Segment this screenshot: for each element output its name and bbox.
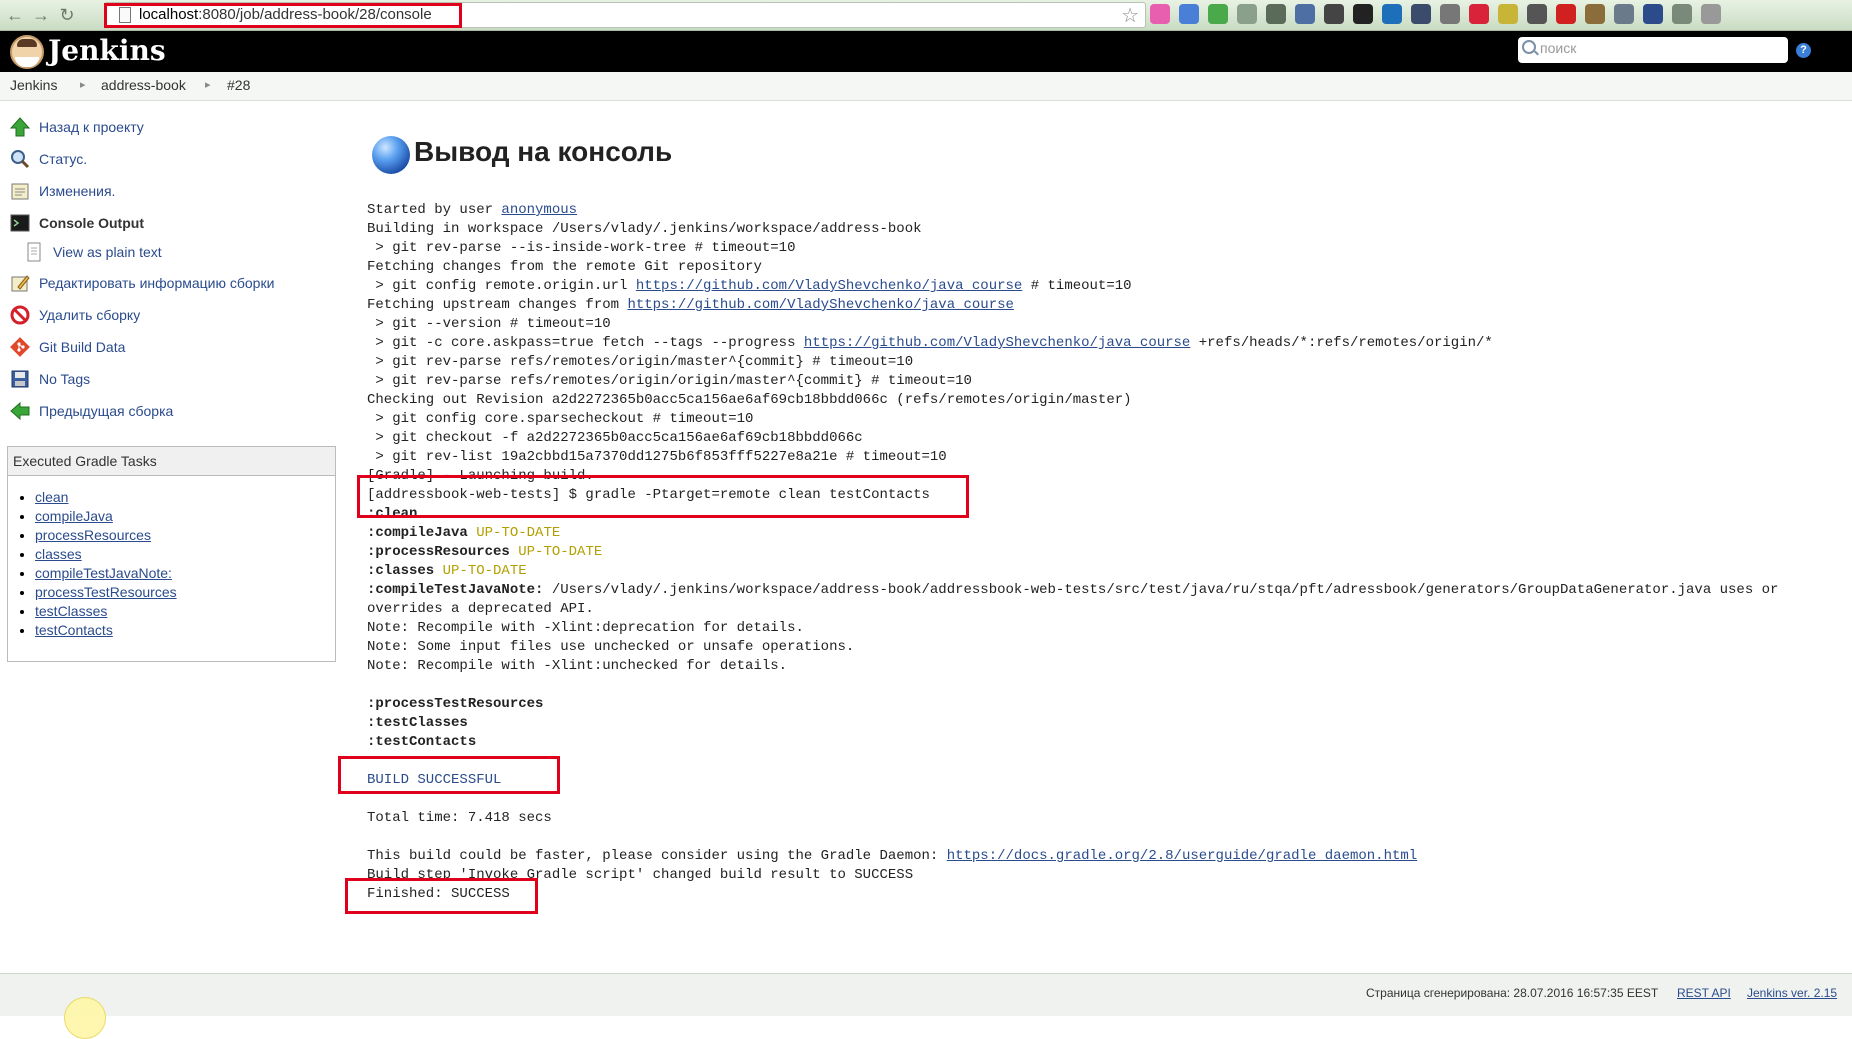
console-ball-icon — [372, 136, 410, 174]
console-output: Started by user anonymous Building in wo… — [367, 202, 1779, 902]
user-link[interactable]: anonymous — [501, 202, 577, 218]
repo-link[interactable]: https://github.com/VladyShevchenko/java_… — [804, 335, 1190, 351]
edit-icon — [11, 275, 30, 292]
save-icon — [11, 370, 29, 388]
list-item: processTestResources — [35, 583, 335, 602]
gradle-task-link[interactable]: compileTestJavaNote: — [35, 565, 172, 581]
repo-link[interactable]: https://github.com/VladyShevchenko/java_… — [627, 297, 1013, 313]
breadcrumb-address-book[interactable]: address-book — [101, 77, 186, 93]
gradle-task-link[interactable]: testContacts — [35, 622, 113, 638]
no-entry-icon — [10, 305, 30, 325]
breadcrumb-separator-icon: ▸ — [80, 79, 86, 91]
extension-icon[interactable] — [1237, 4, 1257, 24]
mouse-cursor-highlight — [64, 997, 106, 1039]
page-title: Вывод на консоль — [414, 136, 673, 167]
breadcrumb-jenkins[interactable]: Jenkins — [10, 77, 57, 93]
rest-api-link[interactable]: REST API — [1677, 986, 1731, 1000]
terminal-icon — [10, 214, 30, 232]
list-item: compileTestJavaNote: — [35, 564, 335, 583]
executed-gradle-tasks-panel: Executed Gradle Tasks clean compileJava … — [7, 446, 336, 662]
annotation-highlight-url — [104, 3, 462, 28]
gear-icon[interactable] — [1324, 4, 1344, 24]
gradle-task-link[interactable]: processTestResources — [35, 584, 177, 600]
repo-link[interactable]: https://github.com/VladyShevchenko/java_… — [636, 278, 1022, 294]
annotation-highlight-gradle-command — [357, 475, 969, 518]
extension-icon[interactable] — [1382, 4, 1402, 24]
extension-icon[interactable] — [1585, 4, 1605, 24]
gradle-daemon-link[interactable]: https://docs.gradle.org/2.8/userguide/gr… — [947, 848, 1417, 864]
breadcrumb-build[interactable]: #28 — [227, 77, 250, 93]
up-arrow-icon — [10, 117, 30, 137]
jenkins-logo-icon[interactable] — [10, 35, 44, 69]
annotation-highlight-build-successful — [338, 756, 560, 794]
extension-icon[interactable] — [1150, 4, 1170, 24]
forward-icon[interactable]: → — [30, 4, 52, 26]
gradle-task-link[interactable]: testClasses — [35, 603, 107, 619]
extension-icon[interactable] — [1353, 4, 1373, 24]
jenkins-title[interactable]: Jenkins — [48, 34, 166, 67]
document-icon — [27, 242, 41, 262]
list-item: processResources — [35, 526, 335, 545]
help-icon[interactable]: ? — [1796, 43, 1811, 58]
list-item: clean — [35, 488, 335, 507]
extension-icon[interactable] — [1672, 4, 1692, 24]
bookmark-star-icon[interactable]: ☆ — [1121, 3, 1139, 28]
gradle-task-list: clean compileJava processResources class… — [8, 488, 335, 640]
gradle-task-link[interactable]: classes — [35, 546, 82, 562]
gradle-task-link[interactable]: compileJava — [35, 508, 113, 524]
pen-icon[interactable] — [1266, 4, 1286, 24]
extension-icon[interactable] — [1643, 4, 1663, 24]
menu-icon[interactable] — [1701, 4, 1721, 24]
gradle-tasks-title: Executed Gradle Tasks — [8, 447, 335, 476]
jenkins-version-link[interactable]: Jenkins ver. 2.15 — [1747, 986, 1837, 1000]
breadcrumb-separator-icon: ▸ — [205, 79, 211, 91]
extension-icon[interactable] — [1556, 4, 1576, 24]
jenkins-header: Jenkins поиск ? — [0, 31, 1852, 72]
search-placeholder: поиск — [1540, 40, 1577, 56]
pinterest-icon[interactable] — [1469, 4, 1489, 24]
back-icon[interactable]: ← — [4, 4, 26, 26]
left-arrow-icon — [10, 401, 30, 421]
extension-icon[interactable] — [1614, 4, 1634, 24]
search-icon — [1522, 40, 1536, 54]
annotation-highlight-finished — [345, 878, 538, 914]
gradle-task-link[interactable]: processResources — [35, 527, 151, 543]
reload-icon[interactable]: ↻ — [56, 4, 78, 26]
extension-icons — [1150, 4, 1721, 26]
generated-timestamp: Страница сгенерирована: 28.07.2016 16:57… — [1366, 986, 1659, 1000]
git-icon — [10, 337, 30, 357]
ebay-icon[interactable] — [1498, 4, 1518, 24]
magnifier-icon — [11, 150, 30, 169]
list-item: compileJava — [35, 507, 335, 526]
page-footer: Страница сгенерирована: 28.07.2016 16:57… — [0, 973, 1852, 1016]
extension-icon[interactable] — [1208, 4, 1228, 24]
list-item: classes — [35, 545, 335, 564]
extension-icon[interactable] — [1295, 4, 1315, 24]
code-icon[interactable] — [1527, 4, 1547, 24]
extension-icon[interactable] — [1440, 4, 1460, 24]
extension-icon[interactable] — [1411, 4, 1431, 24]
list-item: testClasses — [35, 602, 335, 621]
search-input[interactable]: поиск — [1518, 37, 1788, 63]
translate-icon[interactable] — [1179, 4, 1199, 24]
list-item: testContacts — [35, 621, 335, 640]
notepad-icon — [11, 183, 29, 200]
gradle-task-link[interactable]: clean — [35, 489, 68, 505]
breadcrumb: Jenkins ▸ address-book ▸ #28 — [0, 72, 1852, 101]
